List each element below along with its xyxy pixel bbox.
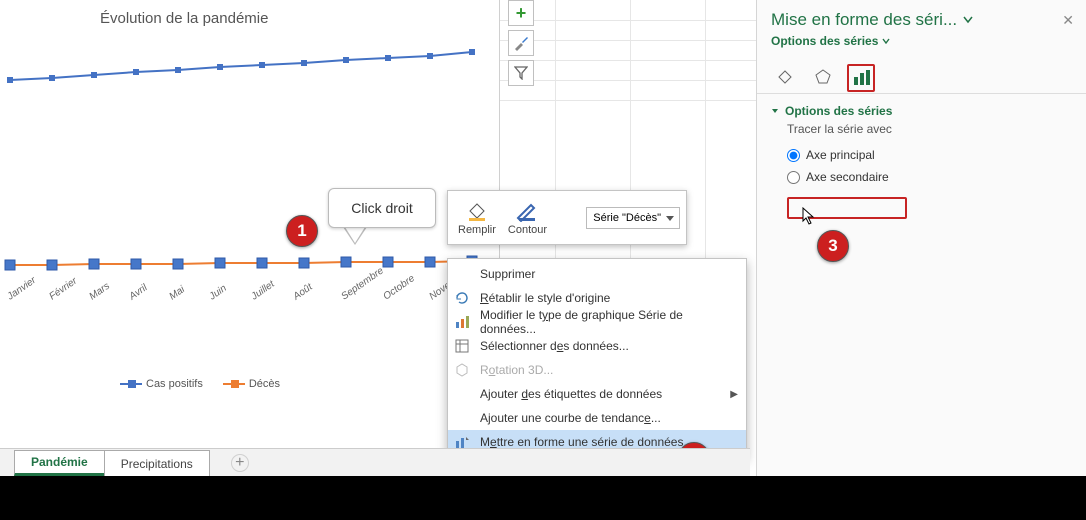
callout-bubble: Click droit bbox=[328, 188, 436, 228]
sheet-tabs: Pandémie Precipitations + bbox=[0, 448, 750, 476]
chart-filter-button[interactable] bbox=[508, 60, 534, 86]
svg-text:Mars: Mars bbox=[87, 281, 112, 303]
fill-button[interactable]: Remplir bbox=[454, 198, 500, 238]
step-badge-1: 1 bbox=[286, 215, 318, 247]
pentagon-icon bbox=[813, 67, 833, 87]
svg-text:Février: Février bbox=[47, 275, 79, 302]
svg-text:Janvier: Janvier bbox=[5, 275, 39, 303]
svg-text:Mai: Mai bbox=[167, 284, 187, 303]
svg-text:Juillet: Juillet bbox=[249, 278, 278, 303]
chart-title: Évolution de la pandémie bbox=[100, 10, 268, 27]
caret-down-icon bbox=[771, 107, 779, 115]
legend-label: Cas positifs bbox=[146, 378, 203, 390]
paint-bucket-icon bbox=[775, 67, 795, 87]
pane-tab-fill[interactable] bbox=[771, 64, 799, 92]
brush-icon bbox=[513, 35, 529, 51]
menu-label: Rétablir le style d'origine bbox=[480, 291, 610, 305]
menu-change-chart-type[interactable]: Modifier le type de graphique Série de d… bbox=[448, 310, 746, 334]
menu-label: Sélectionner des données... bbox=[480, 339, 629, 353]
pen-icon bbox=[515, 200, 539, 222]
menu-select-data[interactable]: Sélectionner des données... bbox=[448, 334, 746, 358]
pane-subtitle-dropdown[interactable]: Options des séries bbox=[757, 32, 1086, 56]
menu-label: Ajouter une courbe de tendance... bbox=[480, 411, 661, 425]
pane-title: Mise en forme des séri... bbox=[771, 10, 973, 30]
legend-deces: Décès bbox=[223, 378, 280, 390]
series-select-value: Série "Décès" bbox=[593, 212, 661, 224]
menu-label: Mettre en forme une série de données... bbox=[480, 435, 693, 449]
svg-text:Octobre: Octobre bbox=[381, 273, 417, 303]
paint-bucket-icon bbox=[465, 200, 489, 222]
legend-label: Décès bbox=[249, 378, 280, 390]
radio-label: Axe principal bbox=[806, 148, 875, 162]
pane-tab-effects[interactable] bbox=[809, 64, 837, 92]
reset-icon bbox=[452, 289, 472, 307]
plus-icon: + bbox=[235, 454, 244, 472]
callout-tail bbox=[345, 227, 365, 243]
section-desc: Tracer la série avec bbox=[787, 122, 1072, 136]
radio-label: Axe secondaire bbox=[806, 170, 889, 184]
chevron-down-icon bbox=[882, 38, 890, 44]
add-element-button[interactable]: + bbox=[508, 0, 534, 26]
filter-icon bbox=[514, 66, 528, 80]
chart-side-buttons: + bbox=[508, 0, 534, 86]
plus-icon: + bbox=[516, 3, 527, 24]
menu-add-trendline[interactable]: Ajouter une courbe de tendance... bbox=[448, 406, 746, 430]
pane-section: Options des séries Tracer la série avec … bbox=[757, 94, 1086, 198]
tab-pandemie[interactable]: Pandémie bbox=[14, 450, 105, 476]
rotate-3d-icon bbox=[452, 361, 472, 379]
select-data-icon bbox=[452, 337, 472, 355]
series-select[interactable]: Série "Décès" bbox=[586, 207, 680, 229]
submenu-arrow-icon: ▶ bbox=[730, 389, 738, 400]
tab-label: Precipitations bbox=[121, 457, 193, 471]
pane-tabs bbox=[757, 56, 1086, 94]
format-series-pane: Mise en forme des séri... ✕ Options des … bbox=[756, 0, 1086, 476]
menu-label: Supprimer bbox=[480, 267, 535, 281]
add-sheet-button[interactable]: + bbox=[231, 454, 249, 472]
chart-legend: Cas positifs Décès bbox=[120, 378, 280, 390]
tab-precipitations[interactable]: Precipitations bbox=[104, 450, 210, 476]
mini-toolbar: Remplir Contour Série "Décès" bbox=[447, 190, 687, 245]
step-badge-3: 3 bbox=[817, 230, 849, 262]
svg-text:Septembre: Septembre bbox=[339, 265, 386, 302]
radio-input[interactable] bbox=[787, 171, 800, 184]
menu-delete[interactable]: Supprimer bbox=[448, 262, 746, 286]
legend-cas-positifs: Cas positifs bbox=[120, 378, 203, 390]
contour-button[interactable]: Contour bbox=[504, 198, 551, 238]
radio-axe-secondaire[interactable]: Axe secondaire bbox=[787, 166, 1072, 188]
black-bar bbox=[0, 476, 1086, 520]
bar-chart-icon bbox=[851, 68, 871, 88]
chart-type-icon bbox=[452, 313, 472, 331]
menu-label: Ajouter des étiquettes de données bbox=[480, 387, 662, 401]
chart-styles-button[interactable] bbox=[508, 30, 534, 56]
svg-text:Août: Août bbox=[291, 281, 316, 303]
cursor-icon bbox=[802, 207, 816, 225]
fill-label: Remplir bbox=[458, 224, 496, 236]
radio-input[interactable] bbox=[787, 149, 800, 162]
menu-label: Rotation 3D... bbox=[480, 363, 553, 377]
radio-axe-principal[interactable]: Axe principal bbox=[787, 144, 1072, 166]
legend-marker-icon bbox=[223, 383, 245, 385]
blank-icon bbox=[452, 265, 472, 283]
section-title[interactable]: Options des séries bbox=[771, 104, 1072, 118]
close-icon[interactable]: ✕ bbox=[1062, 12, 1074, 29]
callout-text: Click droit bbox=[351, 200, 412, 216]
svg-text:Avril: Avril bbox=[127, 282, 151, 303]
legend-marker-icon bbox=[120, 383, 142, 385]
chevron-down-icon[interactable] bbox=[963, 16, 973, 24]
contour-label: Contour bbox=[508, 224, 547, 236]
blank-icon bbox=[452, 385, 472, 403]
blank-icon bbox=[452, 409, 472, 427]
pane-tab-series-options[interactable] bbox=[847, 64, 875, 92]
menu-label: Modifier le type de graphique Série de d… bbox=[480, 308, 738, 336]
menu-rotation-3d: Rotation 3D... bbox=[448, 358, 746, 382]
svg-text:Juin: Juin bbox=[207, 283, 230, 303]
menu-add-data-labels[interactable]: Ajouter des étiquettes de données ▶ bbox=[448, 382, 746, 406]
menu-reset-style[interactable]: Rétablir le style d'origine bbox=[448, 286, 746, 310]
tab-label: Pandémie bbox=[31, 455, 88, 469]
context-menu: Supprimer Rétablir le style d'origine Mo… bbox=[447, 258, 747, 458]
